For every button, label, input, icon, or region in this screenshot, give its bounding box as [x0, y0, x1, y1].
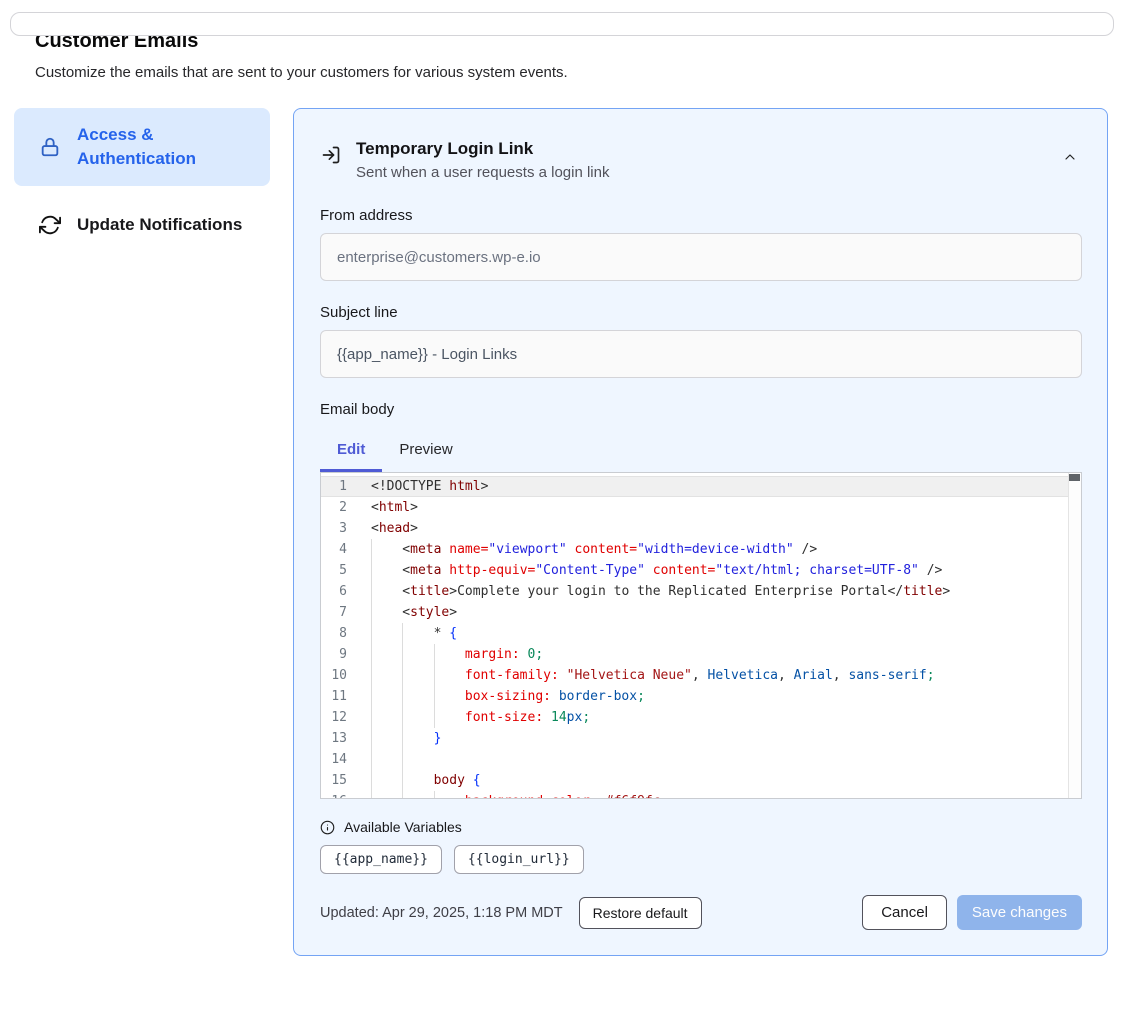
variable-chip[interactable]: {{app_name}} [320, 845, 442, 874]
code-line: 1<!DOCTYPE html> [321, 476, 1068, 497]
page-subtitle: Customize the emails that are sent to yo… [35, 64, 1093, 81]
email-body-tabs: EditPreview [320, 431, 1082, 472]
temporary-login-link-panel: Temporary Login Link Sent when a user re… [293, 108, 1108, 956]
line-number: 13 [321, 728, 371, 749]
sidebar-item-label: Update Notifications [77, 213, 254, 237]
from-address-label: From address [320, 207, 1082, 224]
line-number: 6 [321, 581, 371, 602]
tab-edit[interactable]: Edit [320, 431, 382, 472]
code-line: 15body { [321, 770, 1068, 791]
sidebar-item-access-authentication[interactable]: Access & Authentication [14, 108, 270, 186]
variable-chips: {{app_name}} {{login_url}} [320, 845, 1082, 874]
log-in-icon [321, 145, 343, 167]
line-number: 11 [321, 686, 371, 707]
line-number: 15 [321, 770, 371, 791]
code-line: 16background-color: #f6f9fc; [321, 791, 1068, 798]
restore-default-button[interactable]: Restore default [579, 897, 702, 929]
line-number: 9 [321, 644, 371, 665]
code-line: 11box-sizing: border-box; [321, 686, 1068, 707]
code-lines: 1<!DOCTYPE html>2<html>3<head>4<meta nam… [321, 473, 1068, 798]
email-types-sidebar: Access & Authentication Update Notificati… [14, 108, 270, 251]
editor-scrollbar-thumb[interactable] [1069, 474, 1080, 481]
available-variables-label: Available Variables [344, 819, 462, 835]
line-number: 10 [321, 665, 371, 686]
editor-scrollbar[interactable] [1068, 473, 1081, 798]
panel-title: Temporary Login Link [356, 137, 609, 161]
line-number: 12 [321, 707, 371, 728]
code-line: 2<html> [321, 497, 1068, 518]
tab-preview[interactable]: Preview [382, 431, 469, 472]
from-address-input[interactable] [320, 233, 1082, 281]
email-body-label: Email body [320, 401, 1082, 418]
code-line: 12font-size: 14px; [321, 707, 1068, 728]
save-changes-button[interactable]: Save changes [957, 895, 1082, 930]
collapse-section-button[interactable] [1058, 145, 1082, 172]
available-variables-row: Available Variables [320, 819, 1082, 835]
cancel-button[interactable]: Cancel [862, 895, 947, 930]
code-line: 7<style> [321, 602, 1068, 623]
sidebar-item-update-notifications[interactable]: Update Notifications [14, 199, 270, 251]
panel-subtitle: Sent when a user requests a login link [356, 161, 609, 184]
email-body-code-editor[interactable]: 1<!DOCTYPE html>2<html>3<head>4<meta nam… [320, 472, 1082, 799]
subject-line-input[interactable] [320, 330, 1082, 378]
subject-line-label: Subject line [320, 304, 1082, 321]
code-line: 9margin: 0; [321, 644, 1068, 665]
line-number: 16 [321, 791, 371, 798]
line-number: 8 [321, 623, 371, 644]
line-number: 3 [321, 518, 371, 539]
code-line: 13} [321, 728, 1068, 749]
line-number: 1 [321, 476, 371, 497]
sidebar-item-label: Access & Authentication [77, 123, 254, 171]
page-header: Customer Emails Customize the emails tha… [35, 30, 1093, 81]
previous-section-card [10, 12, 1114, 36]
info-icon [320, 820, 335, 835]
code-line: 4<meta name="viewport" content="width=de… [321, 539, 1068, 560]
line-number: 14 [321, 749, 371, 770]
refresh-icon [38, 213, 62, 237]
updated-timestamp: Updated: Apr 29, 2025, 1:18 PM MDT [320, 905, 563, 921]
panel-header: Temporary Login Link Sent when a user re… [320, 137, 1082, 184]
code-line: 14 [321, 749, 1068, 770]
code-line: 8* { [321, 623, 1068, 644]
chevron-up-icon [1062, 153, 1078, 168]
code-line: 5<meta http-equiv="Content-Type" content… [321, 560, 1068, 581]
code-line: 10font-family: "Helvetica Neue", Helveti… [321, 665, 1068, 686]
panel-footer: Updated: Apr 29, 2025, 1:18 PM MDT Resto… [320, 895, 1082, 930]
code-line: 3<head> [321, 518, 1068, 539]
lock-icon [38, 135, 62, 159]
variable-chip[interactable]: {{login_url}} [454, 845, 584, 874]
line-number: 2 [321, 497, 371, 518]
line-number: 5 [321, 560, 371, 581]
line-number: 4 [321, 539, 371, 560]
line-number: 7 [321, 602, 371, 623]
code-line: 6<title>Complete your login to the Repli… [321, 581, 1068, 602]
